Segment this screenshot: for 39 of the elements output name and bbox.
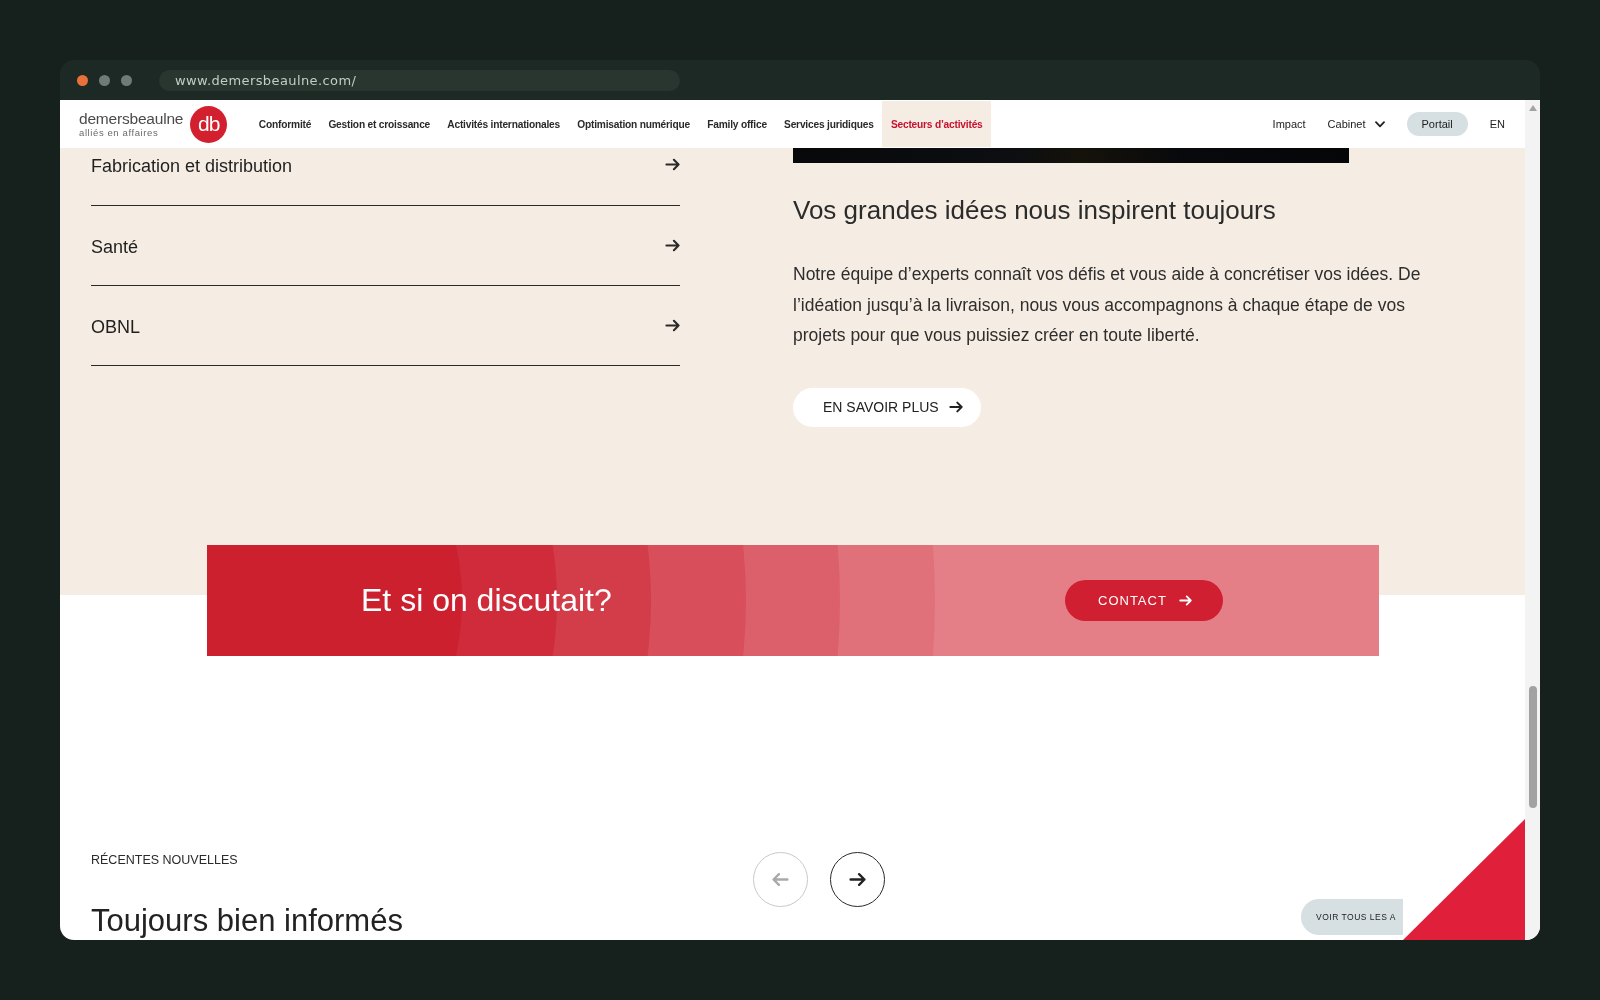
sector-link[interactable]: OBNL	[91, 286, 680, 366]
nav-tab[interactable]: Optimisation numérique	[568, 101, 699, 147]
utility-link[interactable]: EN	[1489, 118, 1505, 130]
contact-button[interactable]: CONTACT	[1065, 580, 1223, 621]
logo-mark: db	[190, 105, 228, 143]
maximize-button[interactable]	[121, 74, 132, 86]
logo-tagline: alliés en affaires	[79, 127, 160, 138]
nav-tab[interactable]: Family office	[698, 101, 776, 147]
address-bar[interactable]: www.demersbeaulne.com/	[159, 69, 680, 91]
arrow-right-icon	[948, 400, 963, 415]
minimize-button[interactable]	[99, 74, 110, 86]
arrow-left-icon	[772, 871, 789, 888]
chevron-down-icon	[1374, 120, 1385, 128]
dropdown-button[interactable]: Cabinet	[1327, 118, 1385, 130]
arrow-right-icon	[665, 157, 680, 172]
sector-link[interactable]: Fabrication et distribution	[91, 148, 680, 206]
arrow-right-icon	[1178, 594, 1192, 607]
section-eyebrow: RÉCENTES NOUVELLES	[91, 852, 239, 868]
arrow-right-icon	[849, 871, 866, 888]
cta-heading: Et si on discutait?	[361, 582, 612, 619]
nav-tab[interactable]: Secteurs d’activités	[882, 101, 992, 147]
caret-up-icon[interactable]	[1528, 105, 1537, 111]
feature-heading: Vos grandes idées nous inspirent toujours	[793, 195, 1277, 226]
close-button[interactable]	[77, 74, 88, 86]
nav-tab[interactable]: Services juridiques	[775, 101, 883, 147]
view-all-button[interactable]: VOIR TOUS LES A	[1301, 899, 1403, 935]
scrollbar-thumb[interactable]	[1528, 686, 1537, 808]
logo-wordmark: demersbeaulne	[79, 110, 184, 127]
learn-more-button[interactable]: EN SAVOIR PLUS	[793, 387, 981, 427]
nav-tab[interactable]: Gestion et croissance	[319, 101, 439, 147]
news-heading: Toujours bien informés	[91, 904, 404, 938]
nav-tab[interactable]: Activités internationales	[438, 101, 569, 147]
feature-text: Notre équipe d’experts connaît vos défis et vous aide à concrétiser vos idées. De l’idéation jusqu’à la livraison, nous vous accompagnons à chaque étape de vos projets pour que vous puissiez créer en toute liberté.	[793, 263, 1422, 348]
pill-button[interactable]: Portail	[1406, 112, 1468, 136]
sector-link[interactable]: Santé	[91, 206, 680, 286]
nav-tab[interactable]: Conformité	[250, 101, 320, 147]
utility-link[interactable]: Impact	[1272, 118, 1306, 130]
arrow-right-icon	[665, 318, 680, 333]
arrow-right-icon	[665, 238, 680, 253]
